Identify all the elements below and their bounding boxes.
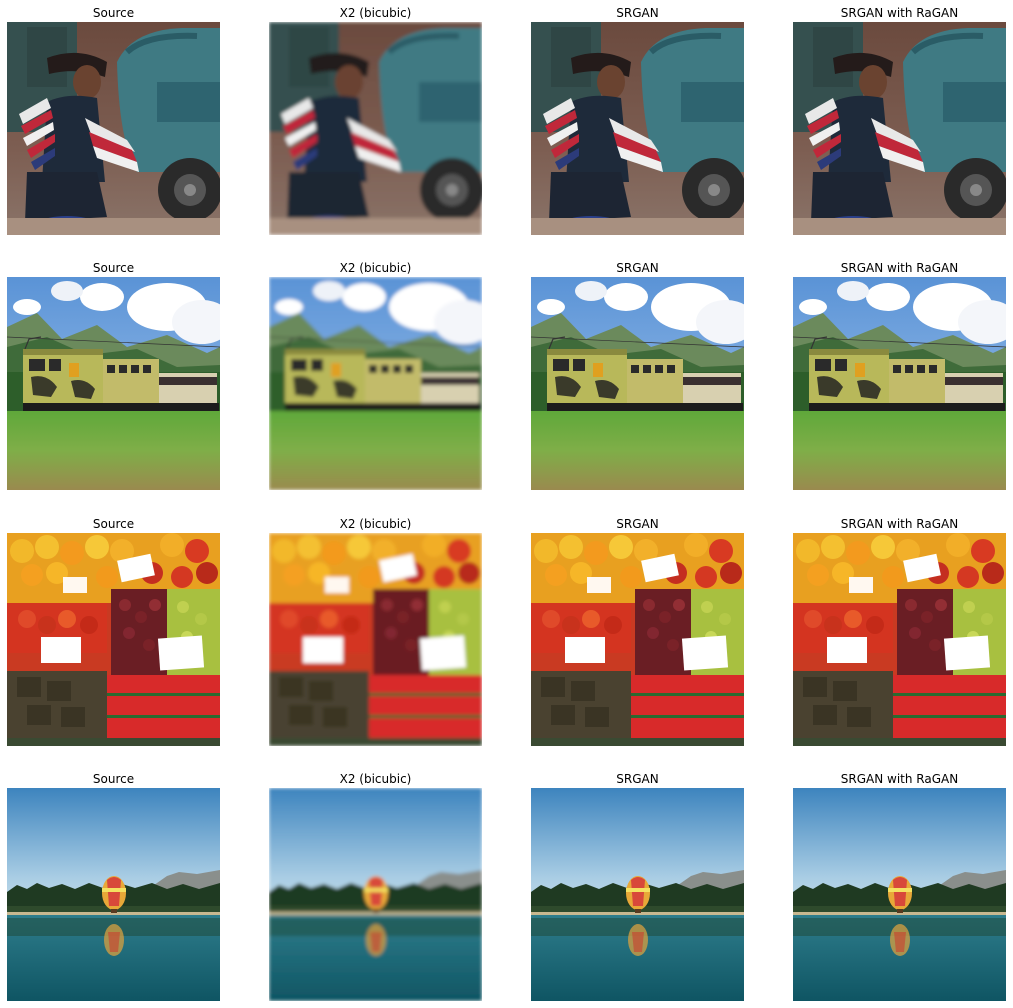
image-train-bicubic: [269, 277, 482, 490]
panel-title: SRGAN with RaGAN: [840, 261, 959, 275]
image-balloon-source: [7, 788, 220, 1001]
image-fruit-bicubic: [269, 533, 482, 746]
image-fruit-srgan: [531, 533, 744, 746]
image-train-srgan-ragan: [793, 277, 1006, 490]
panel-title: SRGAN: [616, 261, 659, 275]
panel-title: SRGAN: [616, 6, 659, 20]
image-train-source: [7, 277, 220, 490]
image-mechanic-bicubic: [269, 22, 482, 235]
panel-title: X2 (bicubic): [339, 261, 412, 275]
panel-title: SRGAN with RaGAN: [840, 6, 959, 20]
panel-title: Source: [92, 6, 135, 20]
image-train-srgan: [531, 277, 744, 490]
image-fruit-source: [7, 533, 220, 746]
image-balloon-srgan: [531, 788, 744, 1001]
panel-title: SRGAN with RaGAN: [840, 517, 959, 531]
image-balloon-bicubic: [269, 788, 482, 1001]
panel-title: SRGAN with RaGAN: [840, 772, 959, 786]
image-balloon-srgan-ragan: [793, 788, 1006, 1001]
panel-title: X2 (bicubic): [339, 517, 412, 531]
panel-title: Source: [92, 261, 135, 275]
panel-title: SRGAN: [616, 517, 659, 531]
image-mechanic-srgan: [531, 22, 744, 235]
panel-title: SRGAN: [616, 772, 659, 786]
panel-title: Source: [92, 772, 135, 786]
image-mechanic-srgan-ragan: [793, 22, 1006, 235]
image-mechanic-source: [7, 22, 220, 235]
panel-title: Source: [92, 517, 135, 531]
panel-title: X2 (bicubic): [339, 6, 412, 20]
image-fruit-srgan-ragan: [793, 533, 1006, 746]
panel-title: X2 (bicubic): [339, 772, 412, 786]
